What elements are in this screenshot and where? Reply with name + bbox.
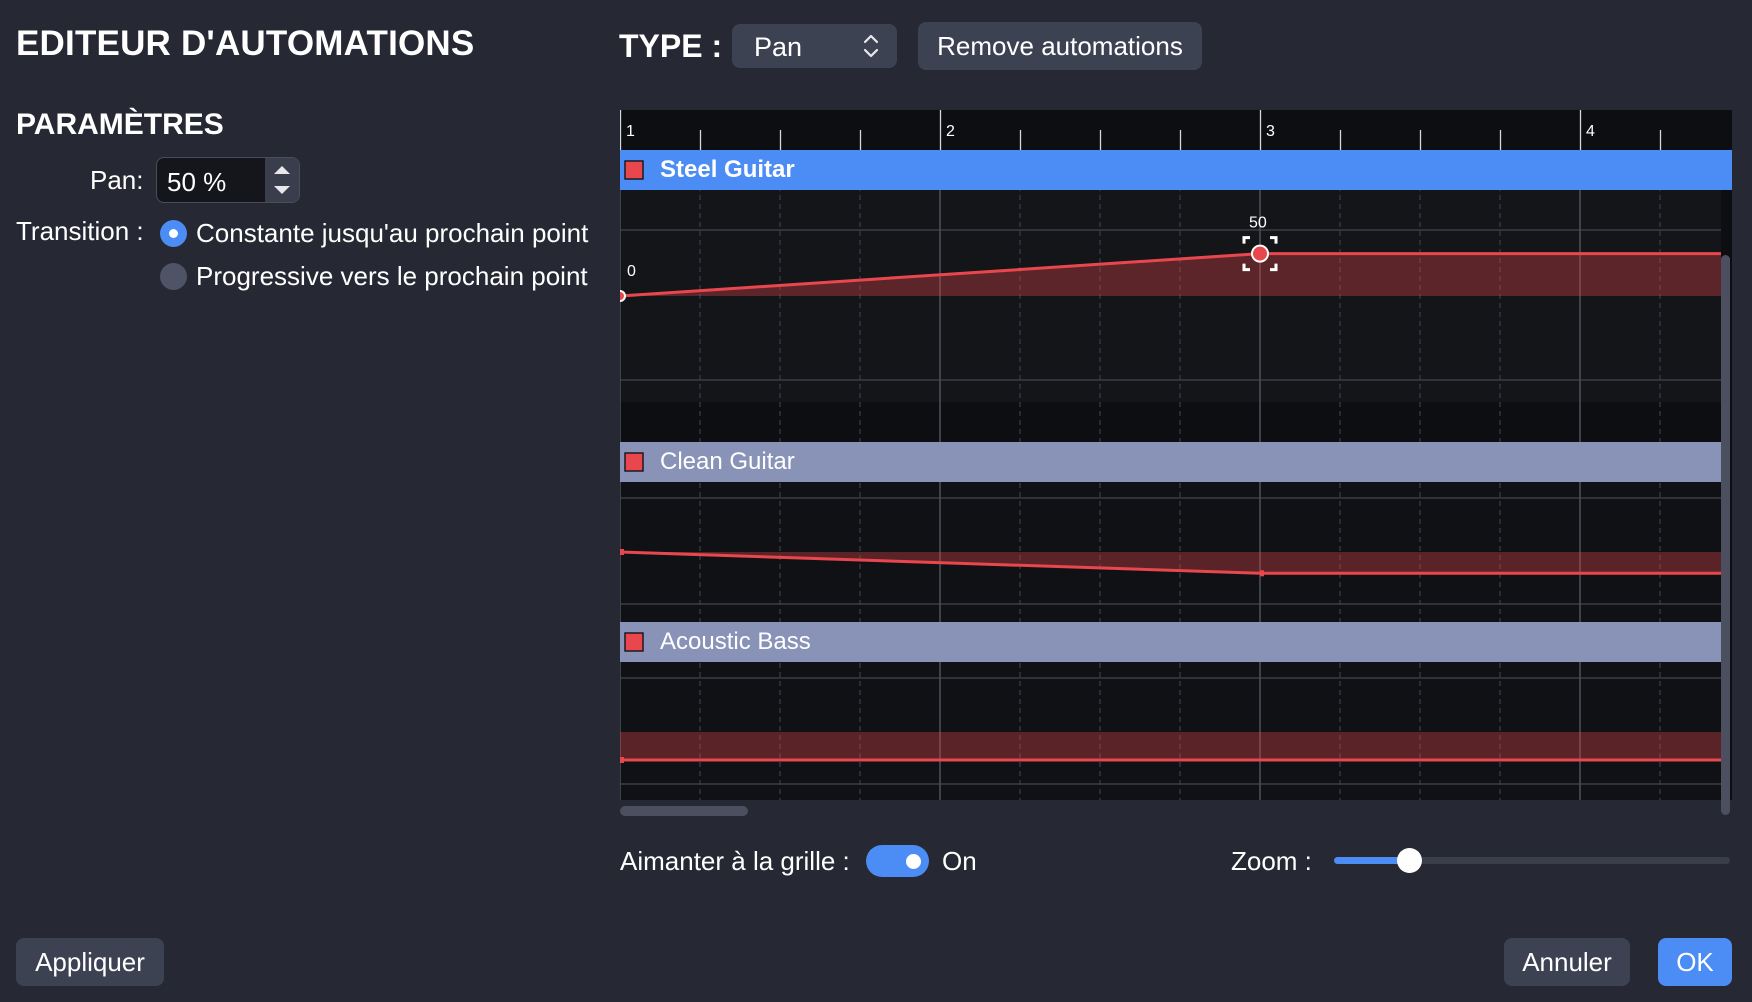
vertical-scrollbar[interactable]: [1721, 255, 1730, 815]
increment-icon[interactable]: [274, 166, 290, 174]
transition-option-label: Constante jusqu'au prochain point: [196, 217, 589, 248]
bar-number-label: 3: [1266, 123, 1275, 140]
automation-timeline[interactable]: 1 2 3 4 Steel Guitar 0 50 Clean Guitar Acoustic…: [620, 110, 1732, 800]
lane-background: [620, 662, 1721, 800]
transition-option-progressive[interactable]: Progressive vers le prochain point: [160, 259, 588, 293]
automation-editor[interactable]: 1 2 3 4 Steel Guitar 0 50 Clean Guitar Acoustic…: [620, 110, 1732, 800]
apply-button[interactable]: Appliquer: [16, 938, 164, 986]
snap-to-grid-toggle[interactable]: [866, 845, 929, 877]
bar-number-label: 2: [946, 123, 955, 140]
automation-point: [620, 290, 626, 302]
horizontal-scrollbar[interactable]: [620, 806, 748, 816]
cancel-button[interactable]: Annuler: [1504, 938, 1630, 986]
automation-point: [1251, 244, 1269, 263]
track-color-swatch: [624, 632, 644, 652]
track-color-swatch: [624, 160, 644, 180]
automation-point: [620, 757, 624, 763]
automation-point-value: 0: [627, 263, 636, 280]
snap-to-grid-label: Aimanter à la grille :: [620, 846, 850, 876]
ok-button[interactable]: OK: [1658, 938, 1732, 986]
automation-area: [620, 732, 1721, 760]
timeline-ruler: [620, 110, 1732, 150]
type-dropdown-value: Pan: [754, 32, 803, 62]
decrement-icon[interactable]: [274, 186, 290, 194]
radio-selected-icon[interactable]: [160, 219, 187, 247]
bar-number-label: 1: [626, 123, 635, 140]
pan-label: Pan:: [90, 165, 144, 195]
dialog-title: EDITEUR D'AUTOMATIONS: [16, 24, 475, 63]
snap-state-text: On: [942, 846, 977, 876]
automation-point: [1260, 570, 1264, 577]
updown-chevron-icon: [863, 34, 879, 58]
transition-option-constant[interactable]: Constante jusqu'au prochain point: [160, 216, 588, 250]
automation-point: [620, 549, 624, 555]
bar-number-label: 4: [1586, 123, 1595, 140]
type-dropdown[interactable]: Pan: [732, 24, 897, 68]
automation-point-value: 50: [1249, 215, 1267, 232]
track-name: Steel Guitar: [660, 156, 795, 183]
remove-automations-button[interactable]: Remove automations: [918, 22, 1202, 70]
track-name: Clean Guitar: [660, 448, 795, 475]
pan-stepper-buttons[interactable]: [265, 158, 299, 202]
zoom-label: Zoom :: [1231, 846, 1312, 876]
zoom-slider[interactable]: [1334, 848, 1730, 873]
radio-unselected-icon[interactable]: [160, 262, 187, 290]
parameters-heading: PARAMÈTRES: [16, 108, 224, 141]
track-name: Acoustic Bass: [660, 628, 811, 655]
pan-value[interactable]: 50 %: [167, 167, 226, 198]
transition-label: Transition :: [16, 216, 144, 246]
zoom-slider-knob[interactable]: [1397, 848, 1423, 873]
pan-value-stepper[interactable]: 50 %: [156, 157, 300, 203]
track-color-swatch: [624, 452, 644, 472]
type-label: TYPE :: [619, 28, 723, 64]
transition-option-label: Progressive vers le prochain point: [196, 260, 588, 291]
toggle-knob: [906, 854, 921, 869]
